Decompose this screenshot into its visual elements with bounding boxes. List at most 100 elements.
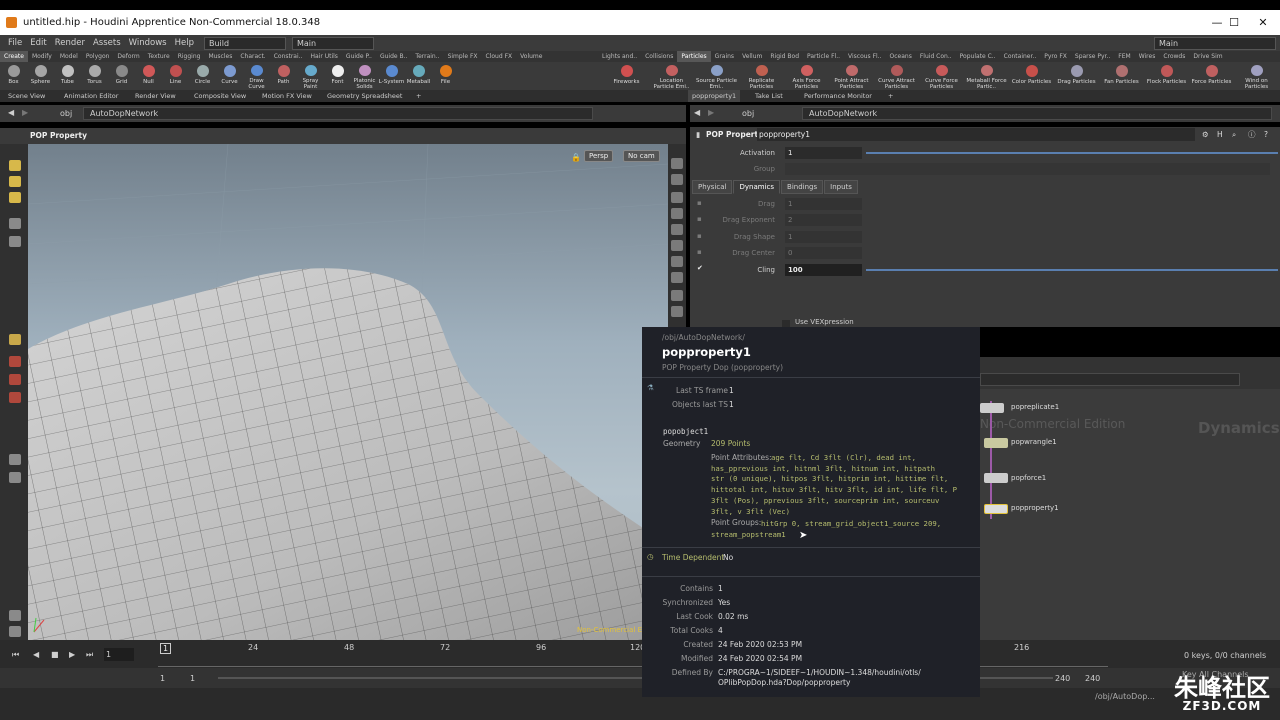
info-icon[interactable]: ⓘ xyxy=(1248,127,1256,142)
node-popreplicate1[interactable] xyxy=(980,403,1004,413)
particle-tool-12[interactable]: Flock Particles xyxy=(1144,62,1189,90)
menu-edit[interactable]: Edit xyxy=(30,38,46,48)
node-popforce1[interactable] xyxy=(984,473,1008,483)
shelf-tab-right-14[interactable]: FEM xyxy=(1114,51,1134,62)
help-question-icon[interactable]: ? xyxy=(1264,127,1268,142)
move-tool-icon[interactable] xyxy=(9,176,21,187)
shelf-tab-right-10[interactable]: Populate C.. xyxy=(956,51,1000,62)
menu-help[interactable]: Help xyxy=(175,38,194,48)
shelf-tab-14[interactable]: Simple FX xyxy=(444,51,482,62)
node-name-field[interactable]: popproperty1 xyxy=(757,128,1195,141)
display-tool-icon[interactable] xyxy=(671,224,683,235)
path-root[interactable]: obj xyxy=(60,109,72,118)
tab-physical[interactable]: Physical xyxy=(692,180,733,194)
node-popwrangle1[interactable] xyxy=(984,438,1008,448)
particle-tool-6[interactable]: Curve Attract Particles xyxy=(874,62,919,90)
tab-motion-fx-view[interactable]: Motion FX View xyxy=(258,90,316,102)
view-tool-icon[interactable] xyxy=(9,218,21,229)
node-popproperty1[interactable] xyxy=(984,504,1008,514)
display-tool-icon[interactable] xyxy=(671,192,683,203)
shelf-tab-7[interactable]: Muscles xyxy=(204,51,236,62)
shelf-tab-12[interactable]: Guide B.. xyxy=(376,51,411,62)
create-tool-14[interactable]: L-System xyxy=(378,62,405,90)
shelf-tab-8[interactable]: Charact. xyxy=(236,51,269,62)
shelf-tab-right-12[interactable]: Pyro FX xyxy=(1040,51,1071,62)
path-root[interactable]: obj xyxy=(742,109,754,118)
display-tool-icon[interactable] xyxy=(671,256,683,267)
persp-menu[interactable]: Persp xyxy=(584,150,614,162)
desktop-dropdown-main[interactable]: Main xyxy=(291,36,374,50)
display-tool-icon[interactable] xyxy=(671,208,683,219)
shelf-tab-right-6[interactable]: Particle Fl.. xyxy=(803,51,844,62)
tab-scene-view[interactable]: Scene View xyxy=(4,90,49,102)
back-arrow-icon[interactable]: ◀ xyxy=(694,108,700,117)
shelf-tab-10[interactable]: Hair Utils xyxy=(306,51,341,62)
shelf-tab-5[interactable]: Texture xyxy=(144,51,174,62)
snap-icon[interactable] xyxy=(9,356,21,367)
drag-checkbox[interactable]: ▪ xyxy=(697,199,702,207)
go-end-icon[interactable]: ⏭ xyxy=(86,650,93,660)
create-tool-9[interactable]: Draw Curve xyxy=(243,62,270,90)
group-field[interactable] xyxy=(785,163,1270,175)
cling-field[interactable]: 100 xyxy=(785,264,862,276)
create-tool-13[interactable]: Platonic Solids xyxy=(351,62,378,90)
tab-popproperty1[interactable]: popproperty1 xyxy=(688,90,741,102)
network-editor[interactable]: Dynamics Non-Commercial Edition poprepli… xyxy=(980,389,1280,640)
create-tool-11[interactable]: Spray Paint xyxy=(297,62,324,90)
create-tool-3[interactable]: Torus xyxy=(81,62,108,90)
shelf-tab-right-16[interactable]: Crowds xyxy=(1159,51,1189,62)
select-tool-icon[interactable] xyxy=(9,160,21,171)
tab-performance-monitor[interactable]: Performance Monitor xyxy=(800,90,876,102)
drag-field[interactable]: 1 xyxy=(785,198,862,210)
display-tool-icon[interactable] xyxy=(671,158,683,169)
particle-tool-4[interactable]: Axis Force Particles xyxy=(784,62,829,90)
forward-arrow-icon[interactable]: ▶ xyxy=(22,108,28,117)
particle-tool-14[interactable]: Wind on Particles xyxy=(1234,62,1279,90)
create-tool-10[interactable]: Path xyxy=(270,62,297,90)
create-tool-8[interactable]: Curve xyxy=(216,62,243,90)
current-frame-field[interactable]: 1 xyxy=(104,648,134,661)
cling-checkbox[interactable]: ✔ xyxy=(697,264,703,272)
menu-file[interactable]: File xyxy=(8,38,22,48)
play-back-icon[interactable]: ◀ xyxy=(33,650,39,659)
display-tool-icon[interactable] xyxy=(671,272,683,283)
light-icon[interactable] xyxy=(9,610,21,621)
path-node-field[interactable]: AutoDopNetwork xyxy=(83,107,593,120)
shelf-tab-15[interactable]: Cloud FX xyxy=(482,51,517,62)
create-tool-0[interactable]: Box xyxy=(0,62,27,90)
shelf-tab-6[interactable]: Rigging xyxy=(174,51,205,62)
rotate-tool-icon[interactable] xyxy=(9,192,21,203)
shelf-tab-1[interactable]: Modify xyxy=(28,51,56,62)
activation-slider[interactable] xyxy=(866,152,1278,154)
tab-take-list[interactable]: Take List xyxy=(751,90,787,102)
display-tool-icon[interactable] xyxy=(671,240,683,251)
particle-tool-8[interactable]: Metaball Force Partic.. xyxy=(964,62,1009,90)
network-path-field[interactable] xyxy=(980,373,1240,386)
add-pane-tab-icon[interactable]: + xyxy=(412,90,425,102)
shelf-tab-right-7[interactable]: Viscous Fl.. xyxy=(844,51,886,62)
tab-render-view[interactable]: Render View xyxy=(131,90,180,102)
display-tool-icon[interactable] xyxy=(671,174,683,185)
shelf-tab-right-1[interactable]: Collisions xyxy=(641,51,677,62)
shelf-tab-4[interactable]: Deform xyxy=(113,51,143,62)
help-icon[interactable]: H xyxy=(1217,127,1223,142)
create-tool-1[interactable]: Sphere xyxy=(27,62,54,90)
shelf-tab-right-13[interactable]: Sparse Pyr.. xyxy=(1071,51,1114,62)
drag-shape-field[interactable]: 1 xyxy=(785,231,862,243)
shelf-tab-9[interactable]: Constrai.. xyxy=(270,51,307,62)
shelf-tab-3[interactable]: Polygon xyxy=(82,51,114,62)
shelf-tab-16[interactable]: Volume xyxy=(516,51,546,62)
render-icon[interactable] xyxy=(9,472,21,483)
particle-tool-7[interactable]: Curve Force Particles xyxy=(919,62,964,90)
play-forward-icon[interactable]: ▶ xyxy=(69,650,75,659)
particle-tool-10[interactable]: Drag Particles xyxy=(1054,62,1099,90)
particle-tool-2[interactable]: Source Particle Emi.. xyxy=(694,62,739,90)
cling-slider[interactable] xyxy=(866,269,1278,271)
particle-tool-5[interactable]: Point Attract Particles xyxy=(829,62,874,90)
create-tool-7[interactable]: Circle xyxy=(189,62,216,90)
range-start[interactable]: 1 xyxy=(160,674,165,683)
create-tool-12[interactable]: Font xyxy=(324,62,351,90)
search-icon[interactable]: ⌕ xyxy=(1232,127,1236,142)
camera-icon[interactable] xyxy=(9,454,21,465)
add-pane-tab-icon-right[interactable]: + xyxy=(884,90,897,102)
